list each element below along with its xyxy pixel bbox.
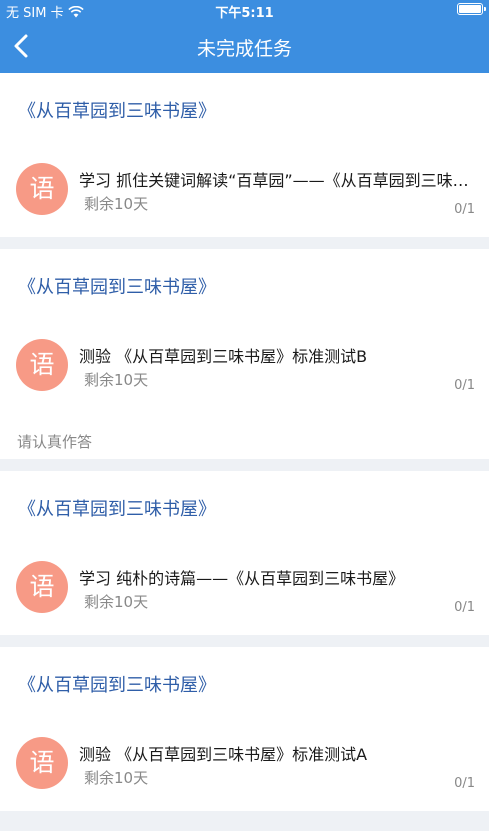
battery-icon [457, 3, 486, 15]
page-title: 未完成任务 [196, 38, 292, 60]
subject-avatar: 语 [16, 339, 68, 391]
subject-avatar: 语 [16, 737, 68, 789]
task-card-title: 《从百草园到三味书屋》 [18, 101, 216, 122]
task-row[interactable]: 语 学习 抓住关键词解读“百草园”——《从百草园到三味书屋》 剩余10天 0/1 [0, 161, 489, 227]
task-card-title: 《从百草园到三味书屋》 [18, 675, 216, 696]
subject-avatar: 语 [16, 561, 68, 613]
task-card: 《从百草园到三味书屋》 语 测验 《从百草园到三味书屋》标准测试B 剩余10天 … [0, 249, 489, 459]
task-note: 请认真作答 [17, 433, 93, 451]
task-card: 《从百草园到三味书屋》 语 学习 抓住关键词解读“百草园”——《从百草园到三味书… [0, 73, 489, 237]
status-bar: 无 SIM 卡 下午5:11 [0, 0, 489, 21]
app-header: 无 SIM 卡 下午5:11 未完成任务 [0, 0, 489, 73]
task-remaining: 剩余10天 [84, 195, 149, 213]
task-name: 学习 纯朴的诗篇——《从百草园到三味书屋》 [79, 569, 405, 588]
task-list: 《从百草园到三味书屋》 语 学习 抓住关键词解读“百草园”——《从百草园到三味书… [0, 73, 489, 823]
task-remaining: 剩余10天 [84, 593, 149, 611]
task-remaining: 剩余10天 [84, 769, 149, 787]
task-card: 《从百草园到三味书屋》 语 测验 《从百草园到三味书屋》标准测试A 剩余10天 … [0, 647, 489, 811]
task-progress: 0/1 [454, 202, 475, 217]
task-row[interactable]: 语 测验 《从百草园到三味书屋》标准测试A 剩余10天 0/1 [0, 735, 489, 801]
task-progress: 0/1 [454, 600, 475, 615]
task-card-title: 《从百草园到三味书屋》 [18, 499, 216, 520]
task-row[interactable]: 语 测验 《从百草园到三味书屋》标准测试B 剩余10天 0/1 [0, 337, 489, 403]
task-progress: 0/1 [454, 378, 475, 393]
task-name: 测验 《从百草园到三味书屋》标准测试B [79, 347, 368, 366]
task-name: 测验 《从百草园到三味书屋》标准测试A [79, 745, 368, 764]
task-card: 《从百草园到三味书屋》 语 学习 纯朴的诗篇——《从百草园到三味书屋》 剩余10… [0, 471, 489, 635]
subject-avatar: 语 [16, 163, 68, 215]
task-name: 学习 抓住关键词解读“百草园”——《从百草园到三味书屋》 [79, 171, 477, 190]
task-progress: 0/1 [454, 776, 475, 791]
task-remaining: 剩余10天 [84, 371, 149, 389]
nav-bar: 未完成任务 [0, 20, 489, 73]
status-time: 下午5:11 [215, 6, 274, 21]
task-card-title: 《从百草园到三味书屋》 [18, 277, 216, 298]
task-row[interactable]: 语 学习 纯朴的诗篇——《从百草园到三味书屋》 剩余10天 0/1 [0, 559, 489, 625]
